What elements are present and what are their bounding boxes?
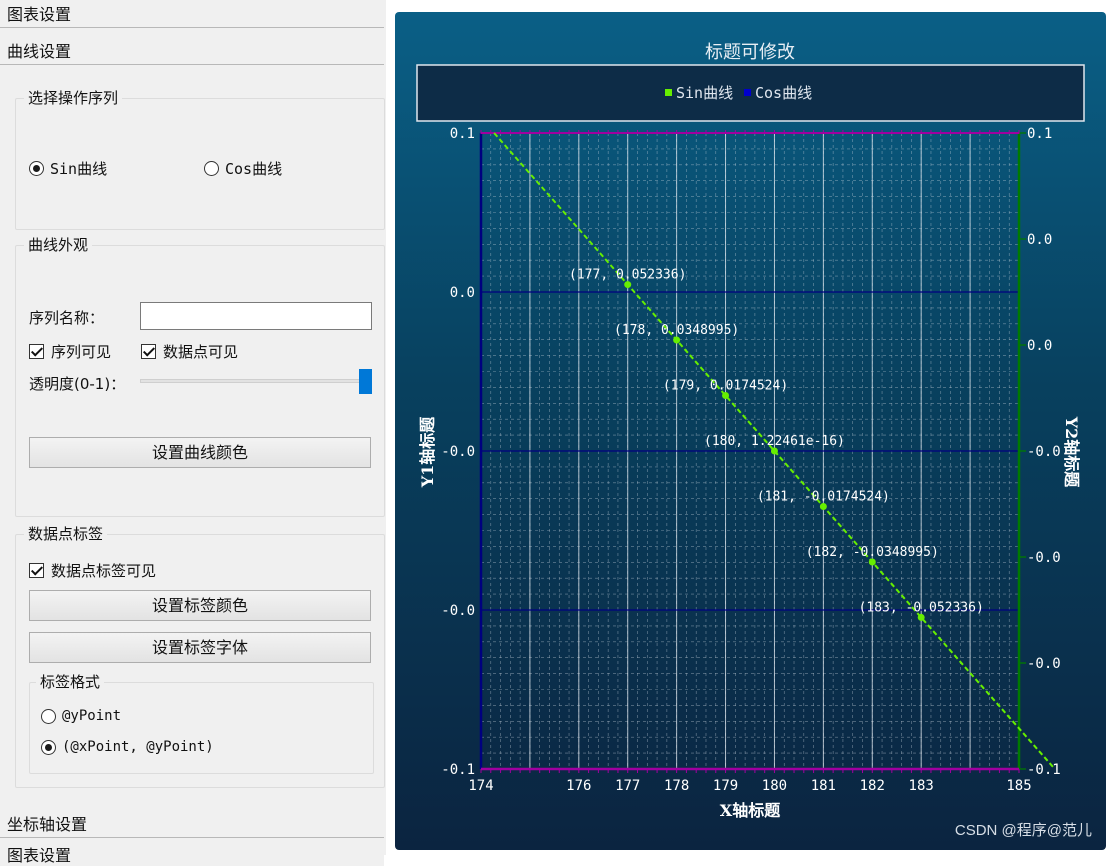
watermark: CSDN @程序@范儿 [954, 822, 1092, 839]
x-tick-label: 182 [860, 778, 885, 794]
points-visible-box [141, 344, 156, 359]
sin-point-label: (179, 0.0174524) [663, 379, 788, 394]
radio-format-xy-indicator [41, 739, 56, 755]
radio-cos-indicator [204, 161, 219, 176]
section-axis-settings[interactable]: 坐标轴设置 [0, 812, 384, 838]
x-tick-label: 185 [1006, 778, 1031, 794]
x-tick-label: 178 [664, 778, 689, 794]
set-label-font-button[interactable]: 设置标签字体 [29, 632, 371, 663]
x-tick-label: 179 [713, 778, 738, 794]
x-tick-label: 183 [909, 778, 934, 794]
radio-format-xy-label: (@xPoint, @yPoint) [62, 739, 214, 755]
point-labels-visible-checkbox[interactable]: 数据点标签可见 [29, 560, 156, 581]
x-tick-label: 174 [468, 778, 493, 794]
sin-point-label: (181, -0.0174524) [757, 489, 890, 504]
label-format-group [29, 682, 374, 774]
chart-svg: 标题可修改 Sin曲线 Cos曲线 0.1 0.0 -0.0 -0.0 -0.1 0.1 0… [416, 42, 1085, 820]
section-curve-settings[interactable]: 曲线设置 [0, 39, 384, 65]
series-visible-checkbox[interactable]: 序列可见 [29, 341, 111, 362]
radio-format-ypoint[interactable]: @yPoint [41, 708, 121, 724]
y1-tick-label: -0.0 [441, 444, 475, 460]
x-tick-label: 177 [615, 778, 640, 794]
x-axis-title: X轴标题 [720, 801, 781, 820]
radio-format-xy[interactable]: (@xPoint, @yPoint) [41, 739, 214, 755]
sin-point-label: (183, -0.052336) [859, 600, 984, 615]
appearance-title: 曲线外观 [24, 236, 93, 254]
y2-tick-label: -0.1 [1027, 762, 1061, 778]
series-name-label: 序列名称： [29, 309, 105, 327]
set-curve-color-button[interactable]: 设置曲线颜色 [29, 437, 371, 468]
y1-tick-label: -0.0 [441, 603, 475, 619]
settings-panel: 图表设置 曲线设置 选择操作序列 Sin曲线 Cos曲线 曲线外观 序列名称： … [0, 0, 386, 866]
legend-label-cos[interactable]: Cos曲线 [755, 84, 812, 102]
y2-tick-label: 0.1 [1027, 126, 1052, 142]
chart-view: 标题可修改 Sin曲线 Cos曲线 0.1 0.0 -0.0 -0.0 -0.1 0.1 0… [395, 12, 1106, 850]
points-visible-label: 数据点可见 [163, 343, 239, 361]
series-name-input[interactable] [140, 302, 372, 330]
point-labels-title: 数据点标签 [24, 525, 108, 543]
opacity-slider-handle[interactable] [359, 369, 372, 394]
radio-cos[interactable]: Cos曲线 [204, 158, 282, 179]
label-format-title: 标签格式 [36, 673, 105, 691]
x-tick-label: 176 [566, 778, 591, 794]
opacity-slider-track[interactable] [140, 379, 362, 383]
radio-sin-indicator [29, 161, 44, 176]
point-labels-visible-label: 数据点标签可见 [51, 562, 157, 580]
legend-label-sin[interactable]: Sin曲线 [676, 84, 733, 102]
y2-tick-label: -0.0 [1027, 550, 1061, 566]
set-label-color-button[interactable]: 设置标签颜色 [29, 590, 371, 621]
radio-sin[interactable]: Sin曲线 [29, 158, 107, 179]
series-select-title: 选择操作序列 [24, 89, 123, 107]
radio-format-ypoint-label: @yPoint [62, 708, 122, 724]
legend-marker-cos [744, 89, 751, 96]
radio-format-ypoint-indicator [41, 708, 56, 724]
sin-point-label: (177, 0.052336) [569, 268, 686, 283]
series-visible-box [29, 344, 44, 359]
y1-tick-label: -0.1 [441, 762, 475, 778]
y1-tick-label: 0.1 [450, 126, 475, 142]
section-next-partial[interactable]: 图表设置 [0, 846, 384, 866]
point-labels-visible-box [29, 563, 44, 578]
radio-sin-label: Sin曲线 [50, 160, 108, 178]
y2-tick-label: 0.0 [1027, 338, 1052, 354]
y2-tick-label: 0.0 [1027, 232, 1052, 248]
opacity-label: 透明度(0-1)： [29, 375, 126, 393]
sin-point-label: (182, -0.0348995) [806, 545, 939, 560]
x-tick-label: 180 [762, 778, 787, 794]
legend-marker-sin [665, 89, 672, 96]
section-chart-settings[interactable]: 图表设置 [0, 2, 384, 28]
radio-cos-label: Cos曲线 [225, 160, 283, 178]
y2-axis-title: Y2轴标题 [1062, 416, 1081, 489]
chart-title: 标题可修改 [705, 42, 795, 63]
points-visible-checkbox[interactable]: 数据点可见 [141, 341, 238, 362]
series-visible-label: 序列可见 [51, 343, 112, 361]
y1-axis-title: Y1轴标题 [418, 416, 437, 489]
y2-tick-label: -0.0 [1027, 656, 1061, 672]
y1-tick-label: 0.0 [450, 285, 475, 301]
y2-tick-label: -0.0 [1027, 444, 1061, 460]
x-tick-label: 181 [811, 778, 836, 794]
sin-point-label: (180, 1.22461e-16) [704, 434, 845, 449]
sin-point-label: (178, 0.0348995) [614, 323, 739, 338]
